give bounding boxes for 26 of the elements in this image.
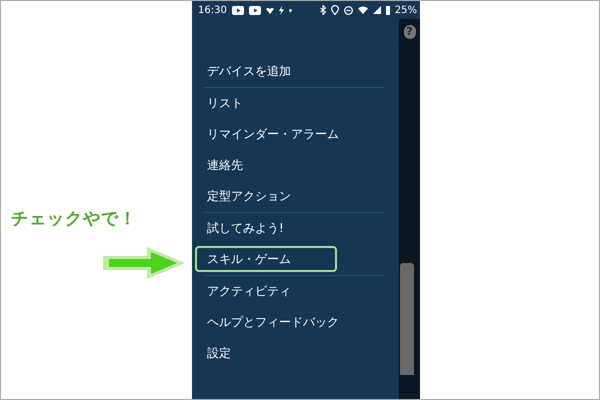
battery-icon [386,6,390,14]
help-icon[interactable]: ? [404,25,416,39]
menu-item[interactable]: リスト [192,88,399,119]
do-not-disturb-icon [344,6,353,14]
bolt-icon [278,6,284,14]
menu-item[interactable]: 定型アクション [192,181,399,212]
status-time: 16:30 [198,4,227,16]
bluetooth-icon [320,5,326,15]
wifi-icon [358,6,368,14]
menu-item[interactable]: ヘルプとフィードバック [192,307,399,338]
annotation-text: チェックやで！ [11,208,137,230]
dot-icon [288,8,292,12]
video-icon [232,6,244,14]
menu-item[interactable]: 連絡先 [192,150,399,181]
signal-icon [372,6,381,14]
heart-icon [266,6,274,14]
menu-item[interactable]: 試してみよう! [192,213,399,244]
menu-item[interactable]: デバイスを追加 [192,56,399,87]
location-icon [330,5,339,15]
menu-item[interactable]: スキル・ゲーム [195,246,337,272]
menu-item[interactable]: アクティビティ [192,276,399,307]
arrow-icon [101,246,187,280]
video-icon [248,6,261,14]
battery-percentage: 25% [394,4,417,16]
menu-item[interactable]: 設定 [192,338,399,369]
menu-item[interactable]: リマインダー・アラーム [192,119,399,150]
